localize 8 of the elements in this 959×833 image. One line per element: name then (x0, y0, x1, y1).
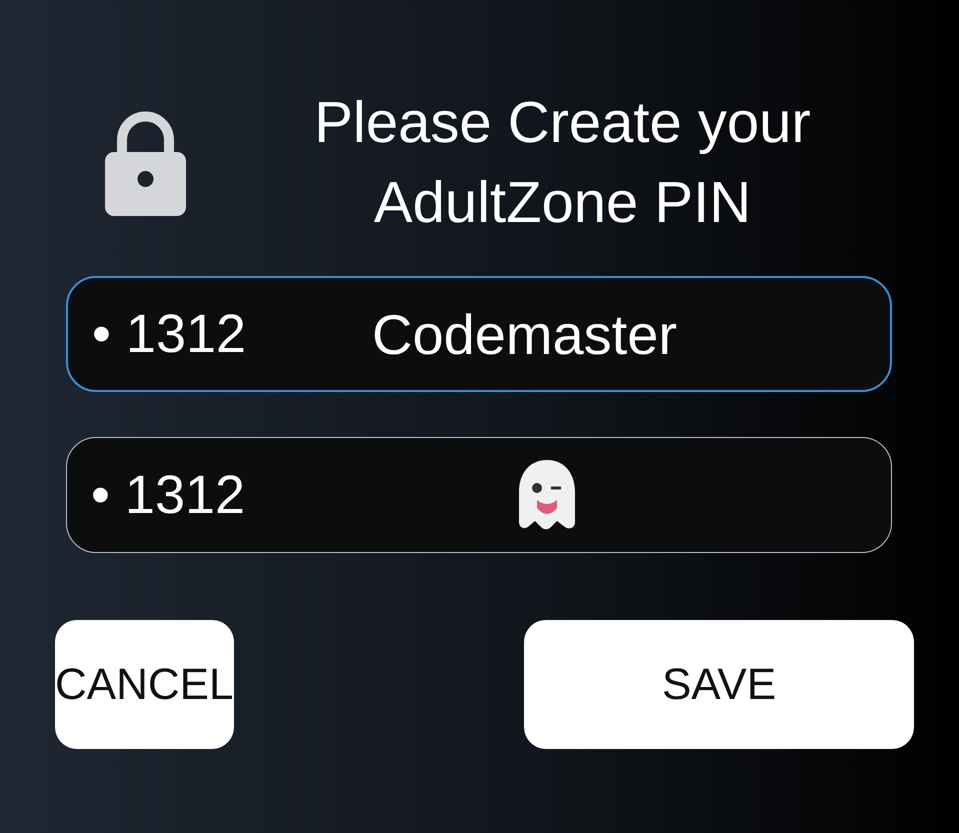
pin-field[interactable]: • 1312 Codemaster (66, 276, 892, 392)
dialog-title: Please Create your AdultZone PIN (313, 89, 812, 237)
pin-value: • 1312 (91, 464, 246, 526)
pin-field[interactable]: • 1312 (66, 437, 892, 553)
lock-icon (105, 110, 186, 216)
pin-value: • 1312 (92, 303, 248, 365)
field-label: Codemaster (372, 302, 678, 366)
dialog-button[interactable]: CANCEL (55, 620, 234, 749)
